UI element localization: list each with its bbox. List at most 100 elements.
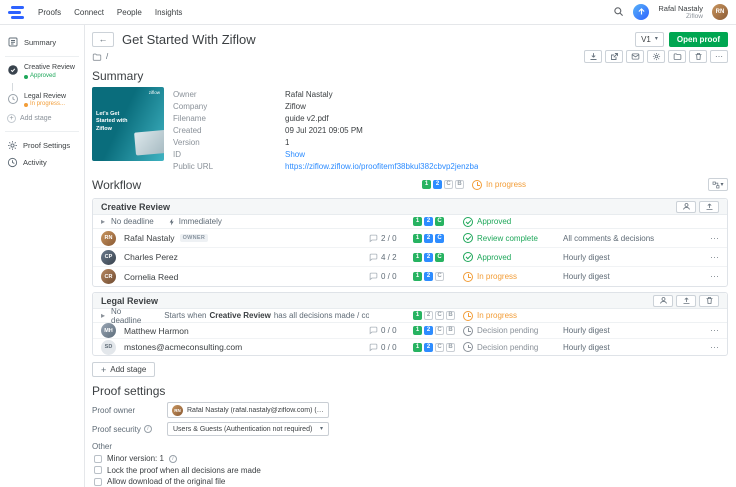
chevron-down-icon: ▾ xyxy=(655,36,658,42)
add-reviewer-button[interactable] xyxy=(653,295,673,307)
notification-setting[interactable]: Hourly digest xyxy=(563,326,699,335)
summary-heading: Summary xyxy=(92,69,728,83)
reviewer-status: Decision pending xyxy=(463,326,563,336)
user-company: Ziflow xyxy=(658,13,703,21)
show-id-link[interactable]: Show xyxy=(285,150,305,159)
nav-connect[interactable]: Connect xyxy=(74,8,104,17)
settings-button[interactable] xyxy=(647,50,665,63)
notification-setting[interactable]: Hourly digest xyxy=(563,272,699,281)
comment-count[interactable]: 4 / 2 xyxy=(369,253,413,262)
move-to-folder-button[interactable] xyxy=(668,50,686,63)
breadcrumb[interactable]: / xyxy=(106,52,108,61)
check-icon xyxy=(463,233,473,243)
sidebar-item-creative-review[interactable]: Creative Review Approved xyxy=(5,62,79,83)
back-button[interactable]: ← xyxy=(92,32,114,47)
breadcrumb-row: / ⋯ xyxy=(92,49,728,64)
search-icon[interactable] xyxy=(613,6,624,17)
comment-icon xyxy=(369,253,378,262)
checkbox[interactable] xyxy=(94,478,102,486)
proof-security-row: Proof security i Users & Guests (Authent… xyxy=(92,422,728,436)
sidebar-item-legal-review[interactable]: Legal Review In progress... xyxy=(5,91,79,112)
user-menu[interactable]: Rafal Nastaly Ziflow xyxy=(658,4,703,21)
stage-chip: B xyxy=(446,326,455,335)
reviewer-chips: 1 2 C xyxy=(413,272,463,281)
avatar: CR xyxy=(101,269,116,284)
notification-setting[interactable]: All comments & decisions xyxy=(563,234,699,243)
proof-security-select[interactable]: Users & Guests (Authentication not requi… xyxy=(167,422,329,436)
stage-chip: C xyxy=(435,217,444,226)
proof-header: ← Get Started With Ziflow V1 ▾ Open proo… xyxy=(92,31,728,47)
check-icon xyxy=(463,217,473,227)
delete-button[interactable] xyxy=(689,50,707,63)
nav-people[interactable]: People xyxy=(117,8,142,17)
share-stage-button[interactable] xyxy=(699,201,719,213)
stage-trigger: Immediately xyxy=(168,217,222,226)
reviewer-row: CR Cornelia Reed 0 / 0 1 2 C In progress… xyxy=(93,267,727,286)
stage-chip: B xyxy=(455,180,464,189)
sidebar-item-proof-settings[interactable]: Proof Settings xyxy=(5,137,79,154)
checkbox-allow-download[interactable]: Allow download of the original file xyxy=(92,478,728,486)
field-filename: Filenameguide v2.pdf xyxy=(173,112,728,124)
share-button[interactable] xyxy=(605,50,623,63)
proof-owner-input[interactable]: RN Rafal Nastaly (rafal.nastaly@ziflow.c… xyxy=(167,402,329,418)
open-proof-button[interactable]: Open proof xyxy=(669,32,728,47)
checkbox-lock-proof[interactable]: Lock the proof when all decisions are ma… xyxy=(92,466,728,474)
top-navigation-bar: Proofs Connect People Insights Rafal Nas… xyxy=(0,0,736,25)
info-icon: i xyxy=(169,455,177,463)
add-reviewer-button[interactable] xyxy=(676,201,696,213)
comment-count[interactable]: 0 / 0 xyxy=(369,343,413,352)
ziflow-logo[interactable] xyxy=(8,6,24,19)
version-select[interactable]: V1 ▾ xyxy=(635,32,664,47)
download-button[interactable] xyxy=(584,50,602,63)
stage-status: In progress xyxy=(463,311,563,321)
avatar: CP xyxy=(101,250,116,265)
summary-list-icon xyxy=(7,36,19,48)
comment-icon xyxy=(369,343,378,352)
checkbox[interactable] xyxy=(94,455,102,463)
workflow-actions-dropdown[interactable]: ▾ xyxy=(708,178,728,191)
comment-count[interactable]: 0 / 0 xyxy=(369,272,413,281)
checkbox[interactable] xyxy=(94,466,102,474)
add-stage-button[interactable]: + Add stage xyxy=(92,362,155,377)
stage-trigger: Starts when Creative Review has all deci… xyxy=(161,311,369,320)
notification-setting[interactable]: Hourly digest xyxy=(563,253,699,262)
stage-settings-row: ▸ No deadline Starts when Creative Revie… xyxy=(93,309,727,323)
comment-count[interactable]: 2 / 0 xyxy=(369,234,413,243)
workflow-stage-chips: 1 2 C B xyxy=(422,180,472,189)
row-menu-button[interactable]: ⋯ xyxy=(710,253,719,262)
workflow-heading: Workflow xyxy=(92,178,141,192)
expand-stage-chevron[interactable]: ▸ xyxy=(101,311,105,320)
row-menu-button[interactable]: ⋯ xyxy=(710,234,719,243)
main-nav: Proofs Connect People Insights xyxy=(38,8,182,17)
row-menu-button[interactable]: ⋯ xyxy=(710,326,719,335)
sidebar-item-activity[interactable]: Activity xyxy=(5,154,79,171)
field-owner: OwnerRafal Nastaly xyxy=(173,88,728,100)
comment-count[interactable]: 0 / 0 xyxy=(369,326,413,335)
clock-icon xyxy=(463,311,473,321)
nav-proofs[interactable]: Proofs xyxy=(38,8,61,17)
sidebar-add-stage-button[interactable]: + Add stage xyxy=(5,111,79,126)
reviewer-status: Review complete xyxy=(463,233,563,243)
expand-stage-chevron[interactable]: ▸ xyxy=(101,217,105,226)
summary-fields: OwnerRafal Nastaly CompanyZiflow Filenam… xyxy=(173,87,728,172)
stage-chip: C xyxy=(435,326,444,335)
row-menu-button[interactable]: ⋯ xyxy=(710,343,719,352)
share-stage-button[interactable] xyxy=(676,295,696,307)
checkbox-minor-version[interactable]: Minor version: 1 i xyxy=(92,455,728,463)
field-id: IDShow xyxy=(173,148,728,160)
stage-chip: B xyxy=(446,311,455,320)
user-avatar[interactable]: RN xyxy=(712,4,728,20)
row-menu-button[interactable]: ⋯ xyxy=(710,272,719,281)
user-name: Rafal Nastaly xyxy=(658,4,703,13)
more-actions-button[interactable]: ⋯ xyxy=(710,50,728,63)
stage-chip: C xyxy=(435,234,444,243)
launch-button[interactable] xyxy=(633,4,649,20)
email-button[interactable] xyxy=(626,50,644,63)
nav-insights[interactable]: Insights xyxy=(155,8,183,17)
proof-thumbnail[interactable]: ziflow Let's Get Started with Ziflow xyxy=(92,87,164,161)
public-url-link[interactable]: https://ziflow.ziflow.io/proofitemf38bku… xyxy=(285,162,478,171)
stage-chip: 1 xyxy=(413,343,422,352)
delete-stage-button[interactable] xyxy=(699,295,719,307)
sidebar-item-summary[interactable]: Summary xyxy=(5,33,79,51)
notification-setting[interactable]: Hourly digest xyxy=(563,343,699,352)
